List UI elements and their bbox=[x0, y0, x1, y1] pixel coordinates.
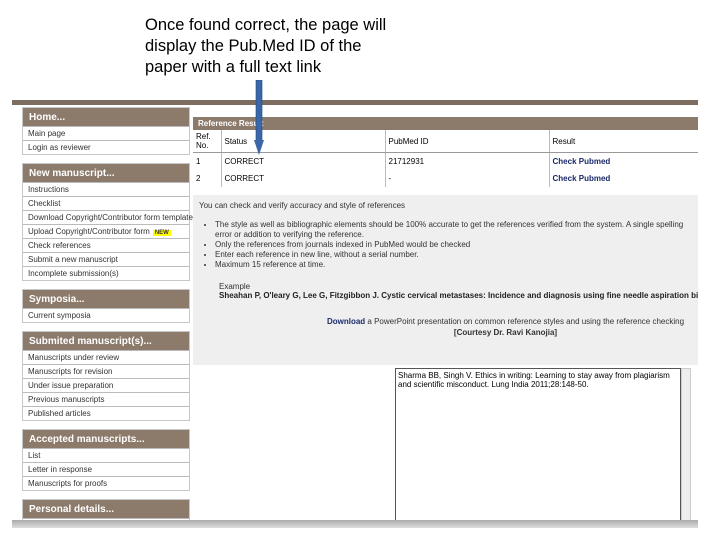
example-label: Example bbox=[219, 282, 251, 291]
sidebar-item-label: Login as reviewer bbox=[28, 143, 91, 152]
rule-item: The style as well as bibliographic eleme… bbox=[215, 220, 692, 240]
download-note: Download a PowerPoint presentation on co… bbox=[319, 316, 692, 338]
sidebar-item[interactable]: Published articles bbox=[23, 406, 189, 420]
status: CORRECT bbox=[221, 169, 386, 187]
sidebar-item-label: Published articles bbox=[28, 409, 91, 418]
sidebar-item[interactable]: Manuscripts for revision bbox=[23, 364, 189, 378]
textarea-scrollbar[interactable] bbox=[681, 368, 691, 523]
sidebar-item-label: Manuscripts under review bbox=[28, 353, 120, 362]
check-pubmed-link[interactable]: Check Pubmed bbox=[549, 153, 698, 170]
sidebar-item-label: Incomplete submission(s) bbox=[28, 269, 119, 278]
new-badge: NEW bbox=[152, 230, 171, 236]
references-input[interactable]: Sharma BB, Singh V. Ethics in writing: L… bbox=[395, 368, 681, 523]
sidebar-item-label: Main page bbox=[28, 129, 66, 138]
sidebar-item-label: Manuscripts for revision bbox=[28, 367, 113, 376]
sidebar-item-label: Instructions bbox=[28, 185, 69, 194]
sidebar-item-label: Download Copyright/Contributor form temp… bbox=[28, 213, 193, 222]
rule-item: Enter each reference in new line, withou… bbox=[215, 250, 692, 260]
results-table: Ref. No. Status PubMed ID Result 1 CORRE… bbox=[193, 130, 698, 187]
sidebar-item-label: Under issue preparation bbox=[28, 381, 114, 390]
sidebar-item-label: Upload Copyright/Contributor form bbox=[28, 227, 150, 236]
sidebar-item[interactable]: Check references bbox=[23, 238, 189, 252]
annotation-caption: Once found correct, the page will displa… bbox=[145, 16, 387, 76]
sidebar-section: Symposia... Current symposia bbox=[22, 289, 190, 323]
sidebar-item-label: Check references bbox=[28, 241, 91, 250]
sidebar-item[interactable]: Main page bbox=[23, 126, 189, 140]
sidebar-item[interactable]: Previous manuscripts bbox=[23, 392, 189, 406]
sidebar-item[interactable]: Instructions bbox=[23, 182, 189, 196]
taskbar bbox=[12, 520, 698, 528]
sidebar-item[interactable]: Download Copyright/Contributor form temp… bbox=[23, 210, 214, 224]
rules-list: The style as well as bibliographic eleme… bbox=[215, 220, 692, 270]
sidebar: Home... Main page Login as reviewer New man… bbox=[22, 107, 214, 528]
table-header: Ref. No. Status PubMed ID Result bbox=[193, 130, 698, 153]
ref-no: 1 bbox=[193, 152, 222, 170]
sidebar-section: Submited manuscript(s)... Manuscripts und… bbox=[22, 331, 190, 421]
table-row: 2 CORRECT - Check Pubmed bbox=[193, 169, 698, 187]
sidebar-section-header[interactable]: Symposia... bbox=[23, 290, 189, 308]
sidebar-item-label: Manuscripts for proofs bbox=[28, 479, 108, 488]
example-text: Sheahan P, O'leary G, Lee G, Fitzgibbon … bbox=[219, 291, 698, 300]
sidebar-item-label: Checklist bbox=[28, 199, 61, 208]
sidebar-item-label: Previous manuscripts bbox=[28, 395, 105, 404]
sidebar-item[interactable]: Letter in response bbox=[23, 462, 189, 476]
sidebar-item[interactable]: Manuscripts under review bbox=[23, 350, 189, 364]
sidebar-item[interactable]: Manuscripts for proofs bbox=[23, 476, 189, 490]
table-row: 1 CORRECT 21712931 Check Pubmed bbox=[193, 152, 698, 170]
ref-no: 2 bbox=[193, 169, 222, 187]
sidebar-section-header[interactable]: Personal details... bbox=[23, 500, 189, 518]
sidebar-item-label: Submit a new manuscript bbox=[28, 255, 118, 264]
sidebar-item-label: List bbox=[28, 451, 41, 460]
sidebar-section: Accepted manuscripts... List Letter in res… bbox=[22, 429, 190, 491]
sidebar-item[interactable]: Under issue preparation bbox=[23, 378, 189, 392]
sidebar-item[interactable]: Submit a new manuscript bbox=[23, 252, 189, 266]
sidebar-item[interactable]: Upload Copyright/Contributor form NEW bbox=[23, 224, 189, 238]
sidebar-item[interactable]: Login as reviewer bbox=[23, 140, 189, 154]
results-title: Reference Result bbox=[193, 117, 698, 130]
screenshot: Home... Main page Login as reviewer New man… bbox=[12, 97, 698, 528]
col-ref: Ref. No. bbox=[193, 130, 222, 153]
pubmed-id: 21712931 bbox=[385, 152, 550, 170]
sidebar-item[interactable]: Current symposia bbox=[23, 308, 189, 322]
sidebar-item[interactable]: Checklist bbox=[23, 196, 189, 210]
sidebar-item[interactable]: Incomplete submission(s) bbox=[23, 266, 189, 280]
col-status: Status bbox=[221, 130, 386, 153]
courtesy-text: [Courtesy Dr. Ravi Kanojia] bbox=[453, 328, 558, 337]
header-bar bbox=[12, 100, 698, 105]
download-link[interactable]: Download bbox=[327, 317, 365, 326]
sidebar-section: Home... Main page Login as reviewer bbox=[22, 107, 190, 155]
rule-item: Only the references from journals indexe… bbox=[215, 240, 692, 250]
check-pubmed-link[interactable]: Check Pubmed bbox=[549, 170, 698, 187]
download-text: a PowerPoint presentation on common refe… bbox=[365, 317, 685, 326]
sidebar-section-header[interactable]: Submited manuscript(s)... bbox=[23, 332, 189, 350]
sidebar-item[interactable]: List bbox=[23, 448, 189, 462]
pointer-arrow-icon bbox=[254, 80, 264, 155]
pubmed-id: - bbox=[385, 169, 550, 187]
col-pubmed: PubMed ID bbox=[385, 130, 550, 153]
sidebar-item-label: Letter in response bbox=[28, 465, 93, 474]
sidebar-section: New manuscript... Instructions Checklist Do… bbox=[22, 163, 214, 281]
sidebar-section-header[interactable]: New manuscript... bbox=[23, 164, 189, 182]
sidebar-section-header[interactable]: Accepted manuscripts... bbox=[23, 430, 189, 448]
sidebar-section-header[interactable]: Home... bbox=[23, 108, 189, 126]
rule-item: Maximum 15 reference at time. bbox=[215, 260, 692, 270]
instructions-panel: You can check and verify accuracy and st… bbox=[193, 195, 698, 365]
sidebar-item-label: Current symposia bbox=[28, 311, 91, 320]
col-result: Result bbox=[549, 130, 698, 153]
intro-text: You can check and verify accuracy and st… bbox=[199, 201, 406, 210]
status: CORRECT bbox=[221, 152, 386, 170]
results-panel: Reference Result Ref. No. Status PubMed … bbox=[193, 117, 698, 187]
